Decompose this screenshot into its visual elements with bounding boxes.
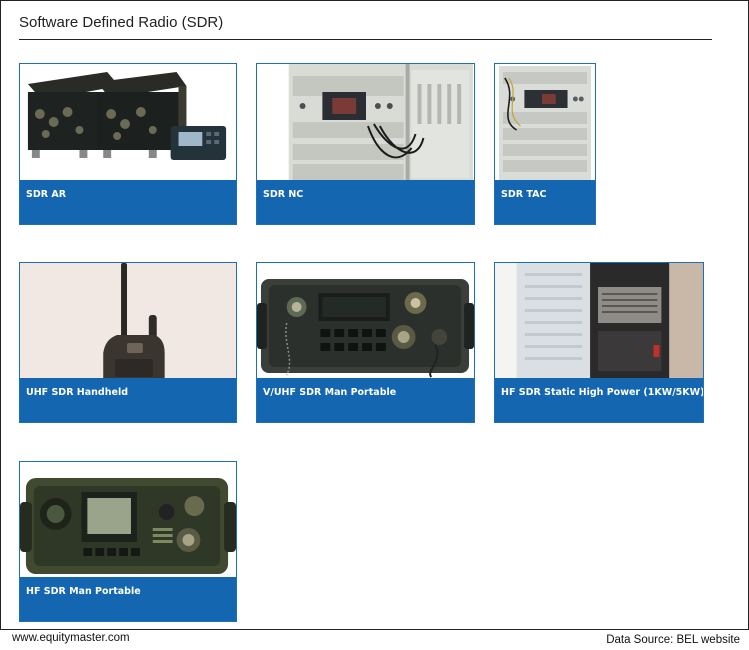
product-label: V/UHF SDR Man Portable	[263, 387, 397, 398]
product-caption: HF SDR Static High Power (1KW/5KW)	[495, 378, 703, 422]
vuhf-man-portable-photo	[257, 263, 474, 380]
hf-man-portable-photo	[20, 462, 236, 579]
product-card-uhf-sdr-handheld[interactable]: UHF SDR Handheld	[19, 262, 237, 423]
product-card-sdr-nc[interactable]: SDR NC	[256, 63, 475, 225]
product-card-hf-sdr-static-high-power[interactable]: HF SDR Static High Power (1KW/5KW)	[494, 262, 704, 423]
product-label: SDR NC	[263, 189, 304, 200]
product-card-sdr-tac[interactable]: SDR TAC	[494, 63, 596, 225]
title-divider	[19, 39, 712, 40]
product-caption: SDR AR	[20, 180, 236, 224]
uhf-handheld-photo	[20, 263, 236, 380]
product-label: HF SDR Man Portable	[26, 586, 141, 597]
product-caption: SDR TAC	[495, 180, 595, 224]
product-label: UHF SDR Handheld	[26, 387, 128, 398]
website-credit: www.equitymaster.com	[12, 632, 130, 644]
product-caption: SDR NC	[257, 180, 474, 224]
product-card-hf-sdr-man-portable[interactable]: HF SDR Man Portable	[19, 461, 237, 622]
hf-static-high-power-photo	[495, 263, 703, 380]
product-caption: V/UHF SDR Man Portable	[257, 378, 474, 422]
product-caption: UHF SDR Handheld	[20, 378, 236, 422]
product-card-sdr-ar[interactable]: SDR AR	[19, 63, 237, 225]
product-label: HF SDR Static High Power (1KW/5KW)	[501, 387, 704, 398]
sdr-ar-photo	[20, 64, 236, 182]
sdr-nc-photo	[257, 64, 474, 182]
product-label: SDR AR	[26, 189, 67, 200]
data-source-note: Data Source: BEL website	[606, 634, 740, 646]
product-label: SDR TAC	[501, 189, 547, 200]
content-frame: Software Defined Radio (SDR) SDR AR SDR …	[0, 0, 749, 630]
page-title: Software Defined Radio (SDR)	[19, 14, 224, 31]
product-card-vuhf-sdr-man-portable[interactable]: V/UHF SDR Man Portable	[256, 262, 475, 423]
sdr-tac-photo	[495, 64, 595, 182]
product-caption: HF SDR Man Portable	[20, 577, 236, 621]
